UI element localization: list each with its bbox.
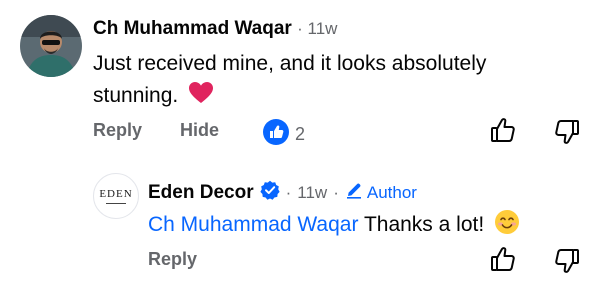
like-reaction-icon <box>263 119 289 150</box>
comment-body: Just received mine, and it looks absolut… <box>93 48 573 115</box>
reply-mention-link[interactable]: Ch Muhammad Waqar <box>148 213 358 236</box>
author-badge: Author <box>345 181 417 204</box>
reply-separator-2: · <box>333 182 339 202</box>
eden-logo-underline <box>106 203 126 204</box>
thumbs-up-icon[interactable] <box>489 116 517 144</box>
verified-badge-icon <box>259 180 280 205</box>
comment-reply-button[interactable]: Reply <box>93 120 142 141</box>
reply-header: Eden Decor · 11w · Author <box>148 180 417 205</box>
thumbs-up-icon[interactable] <box>489 245 517 273</box>
reply-reply-button[interactable]: Reply <box>148 249 197 270</box>
comment-separator: · <box>297 19 308 38</box>
reply-author-name[interactable]: Eden Decor <box>148 182 254 204</box>
comment-like-count[interactable]: 2 <box>263 119 305 150</box>
smiling-face-emoji-icon <box>494 209 520 244</box>
author-badge-label: Author <box>366 182 417 202</box>
reply-time[interactable]: 11w <box>297 183 327 203</box>
eden-decor-avatar[interactable]: EDEN <box>93 173 139 219</box>
like-count-number: 2 <box>295 124 306 144</box>
commenter-name-row: Ch Muhammad Waqar · 11w <box>93 18 337 40</box>
reply-text: Thanks a lot! <box>363 213 485 236</box>
thumbs-down-icon[interactable] <box>553 247 581 275</box>
comment-hide-button[interactable]: Hide <box>180 120 219 141</box>
eden-logo: EDEN <box>99 188 133 200</box>
commenter-avatar[interactable] <box>20 15 82 77</box>
comment-text: Just received mine, and it looks absolut… <box>93 52 487 107</box>
thumbs-down-icon[interactable] <box>553 118 581 146</box>
heart-emoji-icon <box>188 81 214 115</box>
reply-separator: · <box>285 182 292 202</box>
pencil-icon <box>345 181 363 204</box>
comment-time[interactable]: 11w <box>308 19 338 38</box>
commenter-name[interactable]: Ch Muhammad Waqar <box>93 18 292 39</box>
reply-body: Ch Muhammad Waqar Thanks a lot! <box>148 209 520 244</box>
